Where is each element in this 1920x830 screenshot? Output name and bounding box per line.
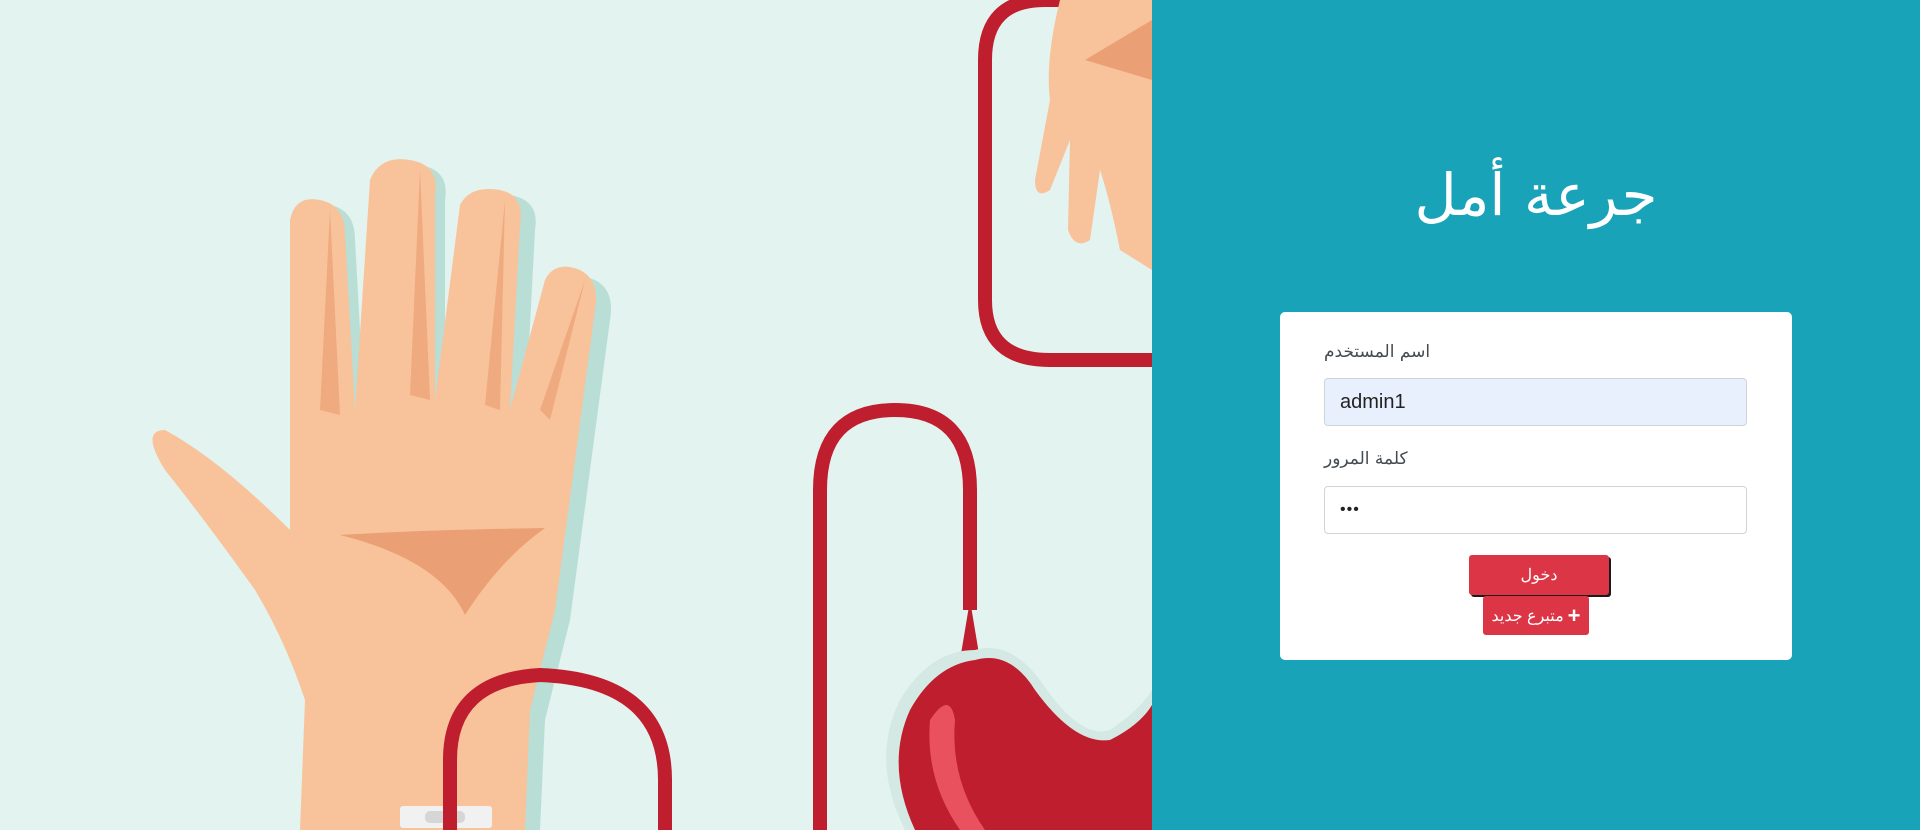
donor-hand-top	[1035, 0, 1152, 270]
donor-hand-main	[152, 159, 612, 830]
login-button[interactable]: دخول	[1469, 555, 1609, 595]
blood-donation-illustration	[0, 0, 1152, 830]
password-input[interactable]	[1324, 486, 1747, 534]
app-title: جرعة أمل	[1414, 161, 1658, 229]
username-input[interactable]	[1324, 378, 1747, 426]
blood-bag-heart	[886, 600, 1152, 830]
password-label: كلمة المرور	[1324, 449, 1408, 469]
username-label: اسم المستخدم	[1324, 342, 1431, 362]
plus-icon: +	[1567, 602, 1581, 628]
login-form: اسم المستخدم كلمة المرور دخول متبرع جديد…	[1280, 312, 1792, 660]
login-panel: جرعة أمل اسم المستخدم كلمة المرور دخول م…	[1152, 0, 1920, 830]
new-donor-button[interactable]: متبرع جديد +	[1483, 596, 1589, 635]
new-donor-label: متبرع جديد	[1491, 607, 1564, 625]
login-page: جرعة أمل اسم المستخدم كلمة المرور دخول م…	[0, 0, 1920, 830]
